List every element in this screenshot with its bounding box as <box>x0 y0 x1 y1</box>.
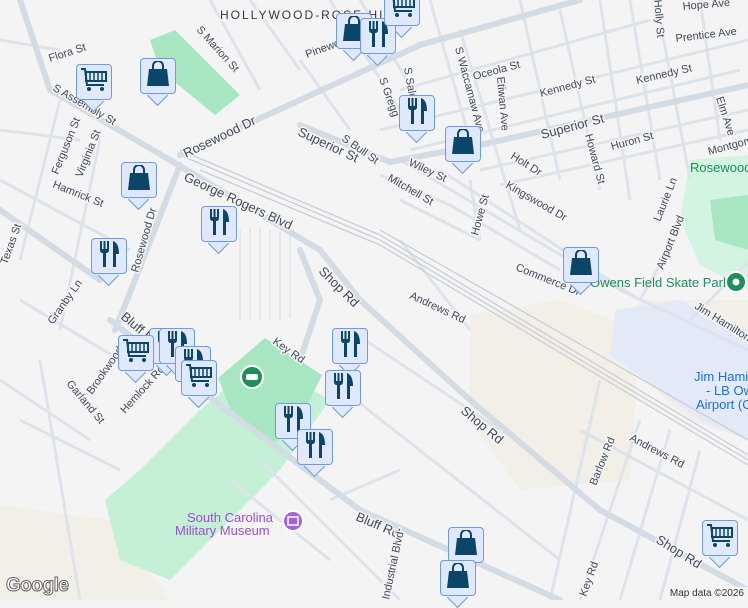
shopping-bag-icon <box>127 163 151 196</box>
museum-label[interactable]: Military Museum <box>175 523 270 538</box>
restaurant-icon <box>207 208 231 241</box>
shopping-cart-icon <box>388 0 416 24</box>
marker-box <box>332 328 368 364</box>
skate-park-pin-icon[interactable] <box>725 271 747 293</box>
shopping-bag-icon <box>569 248 593 281</box>
shopping-bag-icon <box>454 528 478 561</box>
map-marker-shopping-bag[interactable] <box>563 247 601 296</box>
street-label: Hamrick St <box>51 179 105 210</box>
shopping-cart-icon <box>122 338 150 369</box>
shopping-bag-icon <box>446 561 470 594</box>
marker-box <box>91 238 127 274</box>
map-marker-restaurant[interactable] <box>91 238 129 287</box>
airport-label[interactable]: Jim Hamilton <box>694 369 748 384</box>
map-marker-shopping-cart[interactable] <box>702 520 740 569</box>
map-marker-shopping-bag[interactable] <box>121 162 159 211</box>
marker-box <box>201 206 237 242</box>
street-label: Key Rd <box>578 560 602 598</box>
street-label: Granby Ln <box>46 278 85 327</box>
shopping-cart-icon <box>80 67 108 98</box>
street-label: Hope Ave <box>682 0 730 13</box>
parking-lot <box>239 228 291 320</box>
road <box>297 247 324 363</box>
street-label: Huron St <box>610 130 655 153</box>
museum-pin-icon[interactable] <box>282 510 304 532</box>
marker-box <box>118 335 154 371</box>
street-label: Howard St <box>582 133 607 186</box>
restaurant-icon <box>97 240 121 273</box>
street-label: Virginia St <box>74 128 104 179</box>
marker-box <box>702 520 738 556</box>
attraction-pin-icon[interactable] <box>240 365 264 389</box>
street-label: Andrews Rd <box>408 290 467 326</box>
map-marker-restaurant[interactable] <box>297 429 335 478</box>
map-marker-restaurant[interactable] <box>325 370 363 419</box>
marker-box <box>181 360 217 396</box>
shopping-cart-icon <box>706 523 734 554</box>
map-marker-restaurant[interactable] <box>399 95 437 144</box>
map-marker-restaurant[interactable] <box>332 328 370 377</box>
street-label: Shop Rd <box>653 532 704 572</box>
map-marker-shopping-bag[interactable] <box>445 126 483 175</box>
map-marker-shopping-cart[interactable] <box>181 360 219 409</box>
street-label: S Gregg <box>376 76 401 119</box>
street-label: Etiwan Ave <box>494 76 511 131</box>
street-label: Flora St <box>47 42 87 65</box>
street-label: Kennedy St <box>539 74 597 100</box>
map-marker-shopping-bag[interactable] <box>140 58 178 107</box>
marker-box <box>76 64 112 100</box>
shopping-cart-icon <box>185 363 213 394</box>
street-label: Holt Dr <box>508 150 544 178</box>
restaurant-icon <box>338 330 362 363</box>
marker-box <box>297 429 333 465</box>
marker-box <box>448 527 484 563</box>
map-marker-restaurant[interactable] <box>201 206 239 255</box>
restaurant-icon <box>331 372 355 405</box>
street-label: Andrews Rd <box>628 432 687 471</box>
street-label: Wiley St <box>407 157 449 185</box>
map-attribution[interactable]: Map data ©2026 <box>665 587 748 600</box>
shopping-bag-icon <box>451 127 475 160</box>
airport-label[interactable]: Airport (CUB) <box>696 397 748 412</box>
marker-box <box>440 560 476 596</box>
map-marker-shopping-cart[interactable] <box>118 335 156 384</box>
map-marker-shopping-bag[interactable] <box>440 560 478 608</box>
restaurant-icon <box>405 97 429 130</box>
marker-box <box>121 162 157 198</box>
marker-box <box>563 247 599 283</box>
marker-box <box>140 58 176 94</box>
street-label: Industrial Blvd <box>380 531 406 600</box>
shopping-bag-icon <box>146 59 170 92</box>
marker-box <box>399 95 435 131</box>
street-label: Rosewood Dr <box>181 112 259 160</box>
marker-box <box>384 0 420 26</box>
airport-label[interactable]: - LB Owens <box>706 383 748 398</box>
street-label: Holly St <box>651 0 666 38</box>
google-logo: Google <box>5 575 69 597</box>
map-marker-shopping-cart[interactable] <box>76 64 114 113</box>
marker-box <box>325 370 361 406</box>
skate-park-label[interactable]: Owens Field Skate Park <box>590 275 730 290</box>
rosewood-park-label[interactable]: Rosewood Park <box>690 160 748 175</box>
restaurant-icon <box>303 431 327 464</box>
marker-box <box>445 126 481 162</box>
